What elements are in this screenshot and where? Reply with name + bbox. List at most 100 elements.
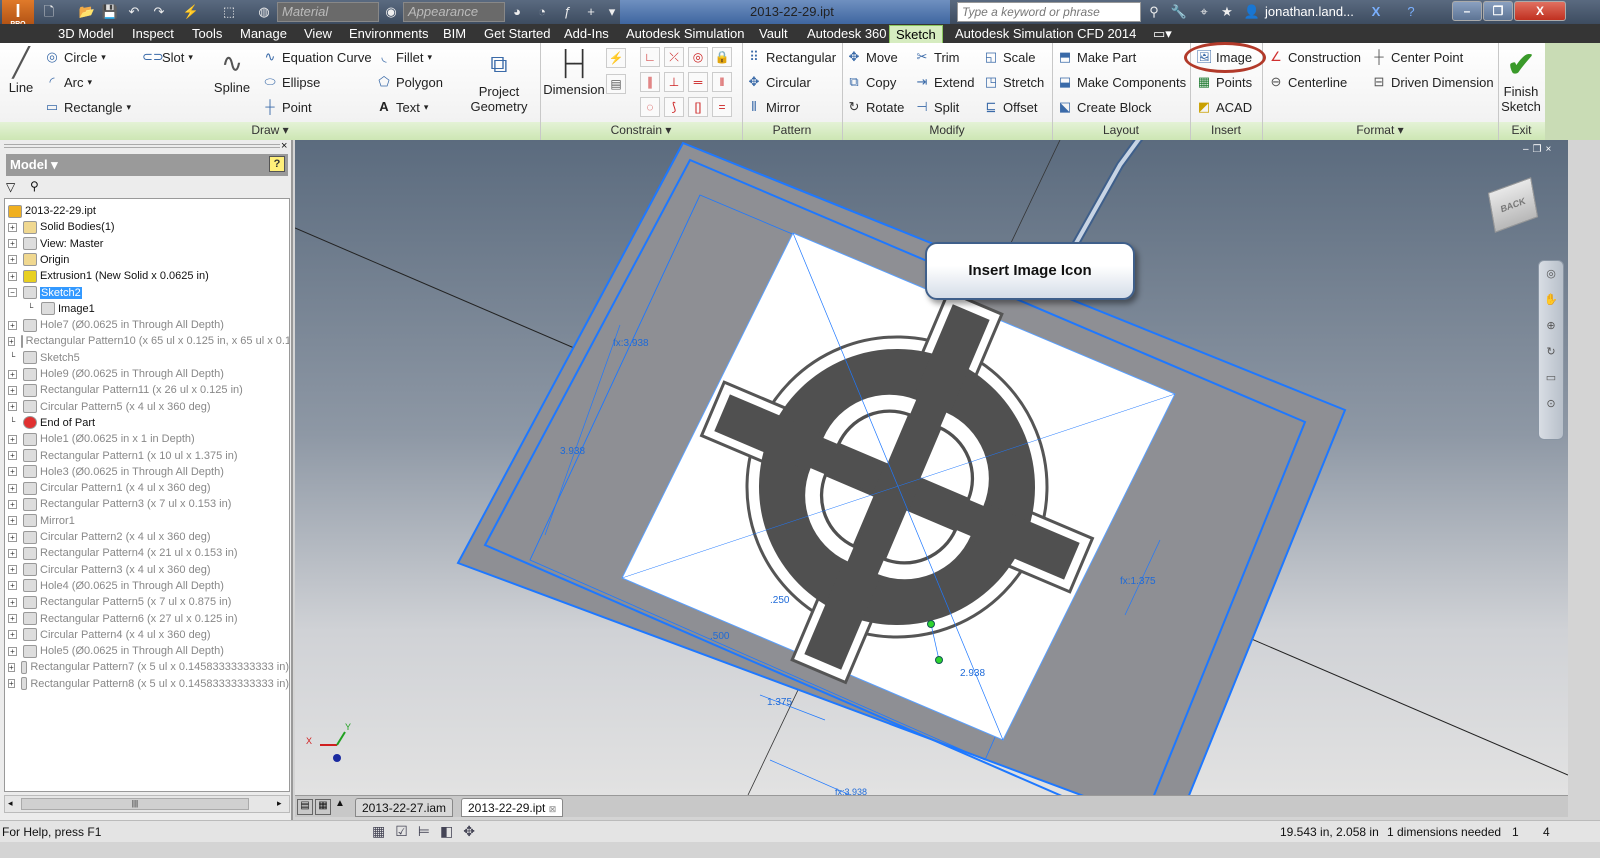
expand-toggle-icon[interactable]: + <box>8 532 17 542</box>
tab-3d-model[interactable]: 3D Model <box>52 25 120 43</box>
tile-windows-icon[interactable]: ▤ <box>297 799 313 815</box>
subscription-icon[interactable]: 🔧 <box>1170 3 1188 21</box>
tab-get-started[interactable]: Get Started <box>478 25 556 43</box>
sketch-point[interactable] <box>927 620 935 628</box>
tree-item[interactable]: └ End of Part <box>5 415 289 431</box>
redo-icon[interactable]: ↷ <box>150 3 168 21</box>
make-components-button[interactable]: ⬓ Make Components <box>1057 74 1186 90</box>
document-tab-active[interactable]: 2013-22-29.ipt ⊠ <box>461 798 564 817</box>
restore-button[interactable]: ❐ <box>1483 1 1513 21</box>
construction-button[interactable]: ∠ Construction <box>1268 49 1361 65</box>
dimension-label[interactable]: 1.375 <box>767 697 792 708</box>
zoom-icon[interactable]: ⊕ <box>1539 313 1563 339</box>
coincident-constraint-icon[interactable]: ∟ <box>640 47 660 67</box>
expand-toggle-icon[interactable]: − <box>8 288 17 297</box>
fillet-button[interactable]: ◟ Fillet ▾ <box>376 49 432 65</box>
clear-appearance-icon[interactable]: ◔ <box>533 3 551 21</box>
save-icon[interactable]: 💾 <box>101 3 119 21</box>
expand-toggle-icon[interactable]: + <box>8 679 15 689</box>
select-icon[interactable]: ⬚ <box>220 3 238 21</box>
arc-button[interactable]: ◜ Arc ▾ <box>44 74 92 90</box>
dimension-label[interactable]: fx:3.938 <box>835 787 867 795</box>
tree-item[interactable]: └ Sketch5 <box>5 350 289 366</box>
stretch-button[interactable]: ◳ Stretch <box>983 74 1044 90</box>
fx-parameters-icon[interactable]: ƒ <box>558 3 576 21</box>
dimension-label[interactable]: fx:1.375 <box>1120 576 1156 587</box>
tab-close-icon[interactable]: ⊠ <box>549 804 557 814</box>
scroll-thumb[interactable]: ||| <box>21 798 249 810</box>
split-button[interactable]: ⊣ Split <box>914 99 959 115</box>
exchange-apps-icon[interactable]: X <box>1367 3 1385 21</box>
trim-button[interactable]: ✂ Trim <box>914 49 960 65</box>
dimension-label[interactable]: 2.938 <box>960 668 985 679</box>
document-tab[interactable]: 2013-22-27.iam <box>355 798 454 817</box>
tab-vault[interactable]: Vault <box>753 25 794 43</box>
expand-toggle-icon[interactable]: + <box>8 336 15 346</box>
slot-button[interactable]: ⊂⊃ Slot ▾ <box>142 49 193 65</box>
tree-item[interactable]: − Sketch2 <box>5 284 289 301</box>
expand-toggle-icon[interactable]: + <box>8 271 17 281</box>
tree-item[interactable]: + Circular Pattern5 (x 4 ul x 360 deg) <box>5 399 289 415</box>
communication-icon[interactable]: ⌖ <box>1195 3 1213 21</box>
tree-item[interactable]: + View: Master <box>5 236 289 252</box>
tree-item[interactable]: + Rectangular Pattern10 (x 65 ul x 0.125 … <box>5 333 289 349</box>
orbit-icon[interactable]: ↻ <box>1539 339 1563 365</box>
circle-button[interactable]: ◎ Circle ▾ <box>44 49 105 65</box>
equal-constraint-icon[interactable]: = <box>712 97 732 117</box>
tangent-constraint-icon[interactable]: ◌ <box>640 97 660 117</box>
tab-autodesk-simulation[interactable]: Autodesk Simulation <box>620 25 751 43</box>
open-documents-menu-icon[interactable]: ▲ <box>335 798 345 809</box>
tree-item[interactable]: + Rectangular Pattern3 (x 7 ul x 0.153 in… <box>5 496 289 512</box>
dimension-label[interactable]: 3.938 <box>560 446 585 457</box>
expand-toggle-icon[interactable]: + <box>8 402 17 412</box>
expand-toggle-icon[interactable]: + <box>8 434 17 444</box>
rotate-button[interactable]: ↻ Rotate <box>846 99 905 115</box>
text-button[interactable]: A Text ▾ <box>376 99 428 115</box>
graphics-viewport[interactable]: fx:3.938 3.938 .250 .500 1.375 2.938 fx:… <box>295 140 1568 795</box>
parallel-constraint-icon[interactable]: ∥ <box>640 72 660 92</box>
dimension-label[interactable]: .500 <box>710 631 729 642</box>
browser-horizontal-scrollbar[interactable]: ◂ ||| ▸ <box>4 795 290 813</box>
tree-item[interactable]: + Circular Pattern1 (x 4 ul x 360 deg) <box>5 480 289 496</box>
ribbon-display-toggle-icon[interactable]: ▭▾ <box>1147 25 1178 43</box>
favorites-star-icon[interactable]: ★ <box>1218 3 1236 21</box>
tree-item[interactable]: + Hole1 (Ø0.0625 in x 1 in Depth) <box>5 431 289 447</box>
rectangular-pattern-button[interactable]: ⠿ Rectangular <box>746 49 836 65</box>
dimension-label[interactable]: .250 <box>770 595 789 606</box>
fix-constraint-icon[interactable]: 🔒 <box>712 47 732 67</box>
tree-item[interactable]: └ Image1 <box>5 301 289 317</box>
scroll-left-arrow[interactable]: ◂ <box>8 798 13 809</box>
tree-item[interactable]: + Mirror1 <box>5 513 289 529</box>
move-button[interactable]: ✥ Move <box>846 49 898 65</box>
dimension-label[interactable]: fx:3.938 <box>613 338 649 349</box>
tree-item[interactable]: 2013-22-29.ipt <box>5 203 289 219</box>
tree-item[interactable]: + Circular Pattern4 (x 4 ul x 360 deg) <box>5 627 289 643</box>
panel-format-label[interactable]: Format ▾ <box>1262 123 1498 137</box>
polygon-button[interactable]: ⬠ Polygon <box>376 74 443 90</box>
tab-manage[interactable]: Manage <box>234 25 293 43</box>
tree-item[interactable]: + Hole7 (Ø0.0625 in Through All Depth) <box>5 317 289 333</box>
navigation-bar[interactable]: ◎ ✋ ⊕ ↻ ▭ ⊙ <box>1538 260 1564 440</box>
point-button[interactable]: ┼ Point <box>262 99 311 115</box>
help-icon[interactable]: ? <box>1402 3 1420 21</box>
appearance-icon[interactable]: ◉ <box>382 3 400 21</box>
tree-item[interactable]: + Rectangular Pattern5 (x 7 ul x 0.875 in… <box>5 594 289 610</box>
horizontal-constraint-icon[interactable]: ═ <box>688 72 708 92</box>
spline-button[interactable]: ∿ Spline <box>210 46 254 95</box>
browser-title-dropdown[interactable]: Model ▾ ? <box>6 154 288 176</box>
expand-toggle-icon[interactable]: + <box>8 467 17 477</box>
make-part-button[interactable]: ⬒ Make Part <box>1057 49 1136 65</box>
create-block-button[interactable]: ⬕ Create Block <box>1057 99 1152 115</box>
tab-autodesk-simulation-cfd-2014[interactable]: Autodesk Simulation CFD 2014 <box>949 25 1142 43</box>
expand-toggle-icon[interactable]: + <box>8 630 17 640</box>
expand-toggle-icon[interactable]: + <box>8 565 17 575</box>
zoom-window-icon[interactable]: ⊙ <box>1539 391 1563 417</box>
expand-toggle-icon[interactable]: + <box>8 662 15 672</box>
steering-wheel-icon[interactable]: ◎ <box>1539 261 1563 287</box>
expand-toggle-icon[interactable]: + <box>8 516 17 526</box>
tab-autodesk-360[interactable]: Autodesk 360 <box>801 25 893 43</box>
center-point-button[interactable]: ┼ Center Point <box>1371 49 1463 65</box>
collinear-constraint-icon[interactable]: ⤫ <box>664 47 684 67</box>
tree-item[interactable]: + Rectangular Pattern6 (x 27 ul x 0.125 i… <box>5 611 289 627</box>
close-button[interactable]: X <box>1514 1 1566 21</box>
